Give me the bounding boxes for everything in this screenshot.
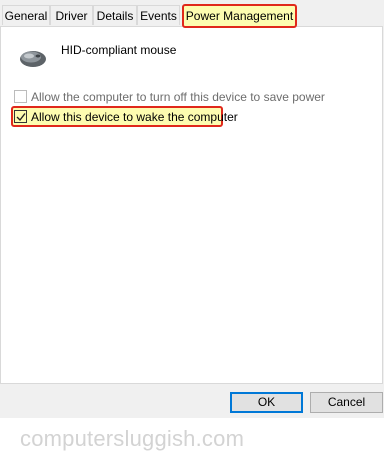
- watermark: computersluggish.com: [20, 426, 245, 451]
- tab-general[interactable]: General: [2, 5, 50, 25]
- ok-button[interactable]: OK: [230, 392, 303, 413]
- device-name: HID-compliant mouse: [61, 43, 177, 57]
- mouse-icon: [20, 51, 46, 67]
- device-properties-dialog: General Driver Details Events Power Mana…: [0, 0, 384, 418]
- tab-driver[interactable]: Driver: [50, 5, 93, 25]
- turn-off-checkbox[interactable]: [14, 90, 27, 103]
- turn-off-label: Allow the computer to turn off this devi…: [31, 90, 325, 104]
- wake-label: Allow this device to wake the computer: [31, 110, 238, 124]
- cancel-button[interactable]: Cancel: [310, 392, 383, 413]
- tab-details[interactable]: Details: [93, 5, 137, 25]
- tab-strip: General Driver Details Events Power Mana…: [0, 0, 384, 28]
- tab-events[interactable]: Events: [137, 5, 180, 25]
- power-management-panel: HID-compliant mouse Allow the computer t…: [0, 26, 383, 384]
- wake-checkbox[interactable]: [14, 110, 27, 123]
- checkmark-icon: [16, 113, 26, 122]
- button-bar: OK Cancel: [0, 384, 384, 418]
- tab-power-management[interactable]: Power Management: [182, 4, 297, 28]
